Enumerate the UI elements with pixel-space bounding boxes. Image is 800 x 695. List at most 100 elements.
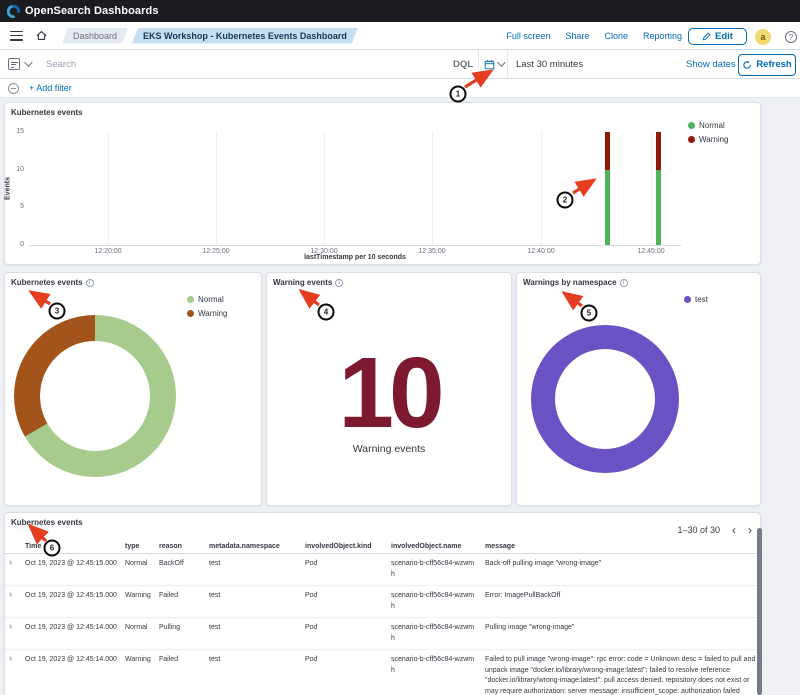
column-header-involvedobject-name[interactable]: involvedObject.name [387, 539, 481, 554]
expand-cell: › [5, 650, 21, 695]
show-dates-link[interactable]: Show dates [686, 59, 736, 70]
table-header-row: Timetypereasonmetadata.namespaceinvolved… [5, 539, 762, 554]
breadcrumb-dashboard[interactable]: Dashboard [62, 28, 128, 44]
donut-legend: test [684, 295, 708, 304]
cell-name: scenario-b-cff56c84-wzwmh [387, 554, 481, 586]
legend-item-warning[interactable]: Warning [688, 135, 729, 144]
info-icon[interactable]: i [620, 279, 628, 287]
gridline [324, 132, 325, 245]
legend-label: Warning [699, 135, 729, 144]
user-avatar[interactable]: a [755, 29, 771, 45]
opensearch-logo-icon[interactable] [7, 5, 20, 18]
cell-time: Oct 19, 2023 @ 12:45:14.000 [21, 618, 121, 650]
events-donut-chart[interactable] [14, 315, 176, 477]
panel-title[interactable]: Warning eventsi [273, 278, 343, 287]
panel-title[interactable]: Kubernetes eventsi [11, 278, 94, 287]
expand-row-icon[interactable]: › [9, 589, 12, 599]
saved-query-menu[interactable] [8, 50, 30, 78]
panel-kubernetes-events-histogram: Kubernetes events Events 05101512:20:001… [4, 102, 761, 265]
expand-column-header [5, 539, 21, 554]
column-header-type[interactable]: type [121, 539, 155, 554]
info-icon[interactable]: i [335, 279, 343, 287]
pencil-icon [702, 32, 711, 41]
annotation-circle-5: 5 [581, 305, 598, 322]
cell-message: Error: ImagePullBackOff [481, 586, 762, 618]
cell-type: Warning [121, 586, 155, 618]
dashboard-actions: Full screen Share Clone Reporting [506, 22, 682, 49]
events-table: Timetypereasonmetadata.namespaceinvolved… [5, 539, 762, 695]
panel-warnings-by-namespace: Warnings by namespacei test [516, 272, 761, 506]
edit-button-label: Edit [715, 31, 733, 42]
cell-reason: BackOff [155, 554, 205, 586]
search-input[interactable] [46, 50, 426, 78]
dashboard-grid: Kubernetes events Events 05101512:20:001… [0, 98, 800, 695]
column-header-message[interactable]: message [481, 539, 762, 554]
y-tick-label: 0 [8, 241, 24, 248]
annotation-circle-4: 4 [318, 304, 335, 321]
query-bar: DQL Last 30 minutes Show dates Refresh [0, 50, 800, 79]
legend-item-normal[interactable]: Normal [187, 295, 228, 304]
cell-message: Pulling image "wrong-image" [481, 618, 762, 650]
cell-message: Failed to pull image "wrong-image": rpc … [481, 650, 762, 695]
gridline [651, 132, 652, 245]
time-range-value[interactable]: Last 30 minutes [516, 59, 583, 70]
column-header-time[interactable]: Time [21, 539, 121, 554]
filter-options-icon[interactable] [8, 83, 19, 94]
cell-time: Oct 19, 2023 @ 12:45:14.000 [21, 650, 121, 695]
namespace-donut-chart[interactable] [531, 325, 679, 473]
cell-time: Oct 19, 2023 @ 12:45:15.000 [21, 586, 121, 618]
cell-reason: Failed [155, 650, 205, 695]
expand-row-icon[interactable]: › [9, 621, 12, 631]
panel-title[interactable]: Kubernetes events [11, 108, 83, 117]
nav-action-share[interactable]: Share [565, 31, 589, 41]
column-header-metadata-namespace[interactable]: metadata.namespace [205, 539, 301, 554]
legend-dot-icon [688, 122, 695, 129]
gridline [108, 132, 109, 245]
bar-warning[interactable] [605, 132, 610, 170]
legend-item-warning[interactable]: Warning [187, 309, 228, 318]
table-pagination: 1–30 of 30 ‹ › [677, 525, 752, 535]
panel-title[interactable]: Warnings by namespacei [523, 278, 628, 287]
cell-kind: Pod [301, 618, 387, 650]
table-row[interactable]: ›Oct 19, 2023 @ 12:45:14.000WarningFaile… [5, 650, 762, 695]
nav-action-full-screen[interactable]: Full screen [506, 31, 550, 41]
panel-title[interactable]: Kubernetes events [11, 518, 83, 527]
vertical-scrollbar[interactable] [757, 528, 762, 695]
cell-reason: Failed [155, 586, 205, 618]
calendar-icon [484, 59, 495, 70]
cell-namespace: test [205, 618, 301, 650]
refresh-button[interactable]: Refresh [738, 54, 796, 76]
metric-label: Warning events [267, 443, 511, 455]
home-icon[interactable] [35, 29, 48, 42]
bar-normal[interactable] [656, 170, 661, 245]
edit-button[interactable]: Edit [688, 28, 747, 45]
table-row[interactable]: ›Oct 19, 2023 @ 12:45:15.000NormalBackOf… [5, 554, 762, 586]
menu-icon[interactable] [10, 31, 23, 41]
date-picker-button[interactable] [478, 50, 508, 78]
expand-row-icon[interactable]: › [9, 653, 12, 663]
table-row[interactable]: ›Oct 19, 2023 @ 12:45:14.000NormalPullin… [5, 618, 762, 650]
legend-item-normal[interactable]: Normal [688, 121, 729, 130]
info-icon[interactable]: i [86, 279, 94, 287]
expand-cell: › [5, 618, 21, 650]
cell-name: scenario-b-cff56c84-wzwmh [387, 650, 481, 695]
legend-item-test[interactable]: test [684, 295, 708, 304]
column-header-involvedobject-kind[interactable]: involvedObject.kind [301, 539, 387, 554]
expand-row-icon[interactable]: › [9, 557, 12, 567]
legend-label: Warning [198, 309, 228, 318]
table-row[interactable]: › Oct 19, 2023 @ 12:45:15.000WarningFaile… [5, 586, 762, 618]
query-language-toggle[interactable]: DQL [453, 59, 473, 70]
nav-action-clone[interactable]: Clone [604, 31, 628, 41]
bar-warning[interactable] [656, 132, 661, 170]
column-header-reason[interactable]: reason [155, 539, 205, 554]
breadcrumb-current-dashboard[interactable]: EKS Workshop - Kubernetes Events Dashboa… [132, 28, 358, 44]
help-icon[interactable]: ? [785, 31, 797, 43]
pagination-count: 1–30 of 30 [677, 525, 720, 535]
nav-action-reporting[interactable]: Reporting [643, 31, 682, 41]
prev-page-icon[interactable]: ‹ [732, 525, 736, 535]
next-page-icon[interactable]: › [748, 525, 752, 535]
bar-normal[interactable] [605, 170, 610, 245]
cell-name: scenario-b-cff56c84-wzwmh [387, 618, 481, 650]
add-filter-link[interactable]: + Add filter [29, 83, 72, 93]
histogram-legend: Normal Warning [688, 121, 729, 144]
